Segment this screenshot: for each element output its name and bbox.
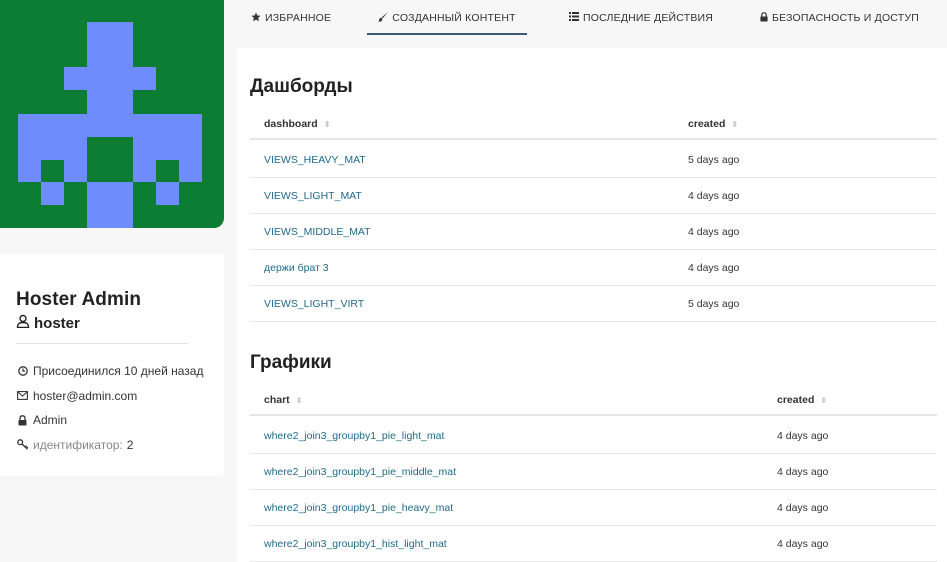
username-text: hoster [34, 314, 80, 332]
profile-username: hoster [16, 314, 208, 332]
key-icon [16, 439, 29, 451]
created-cell: 4 days ago [688, 226, 740, 238]
table-row: where2_join3_groupby1_pie_light_mat 4 da… [250, 418, 937, 454]
created-cell: 4 days ago [777, 538, 829, 550]
table-row: VIEWS_LIGHT_VIRT 5 days ago [250, 286, 937, 322]
chart-link[interactable]: where2_join3_groupby1_pie_middle_mat [264, 466, 456, 478]
profile-page: Hoster Admin hoster Присоединился 10 дне… [0, 0, 947, 562]
user-icon [16, 314, 30, 332]
created-cell: 4 days ago [688, 262, 740, 274]
chart-column-header[interactable]: chart ⬍ [264, 394, 302, 406]
tab-favorites[interactable]: ИЗБРАННОЕ [251, 0, 331, 36]
email-row: hoster@admin.com [16, 384, 208, 409]
role-text: Admin [33, 413, 68, 428]
tab-security-access-label: БЕЗОПАСНОСТЬ И ДОСТУП [772, 12, 919, 24]
charts-table-header: chart ⬍ created ⬍ [250, 386, 937, 416]
id-value: 2 [126, 437, 134, 452]
tab-created-content-label: СОЗДАННЫЙ КОНТЕНТ [392, 12, 516, 24]
created-cell: 4 days ago [777, 502, 829, 514]
table-row: VIEWS_MIDDLE_MAT 4 days ago [250, 214, 937, 250]
tab-security-access[interactable]: БЕЗОПАСНОСТЬ И ДОСТУП [760, 0, 919, 36]
dashboard-created-column-header[interactable]: created ⬍ [688, 118, 738, 130]
dashboard-link[interactable]: VIEWS_MIDDLE_MAT [264, 226, 371, 238]
table-row: VIEWS_HEAVY_MAT 5 days ago [250, 142, 937, 178]
tab-recent-activity-label: ПОСЛЕДНИЕ ДЕЙСТВИЯ [583, 12, 714, 24]
list-icon [569, 12, 579, 24]
created-column-label: created [777, 394, 815, 406]
chart-created-column-header[interactable]: created ⬍ [777, 394, 827, 406]
sort-icon: ⬍ [295, 395, 303, 405]
lock-icon [760, 11, 768, 25]
dashboard-column-label: dashboard [264, 118, 318, 130]
profile-card: Hoster Admin hoster Присоединился 10 дне… [0, 254, 224, 476]
created-column-label: created [688, 118, 726, 130]
lock-icon [16, 414, 29, 426]
chart-link[interactable]: where2_join3_groupby1_pie_light_mat [264, 430, 444, 442]
profile-tabs: ИЗБРАННОЕ СОЗДАННЫЙ КОНТЕНТ ПОСЛЕДНИЕ ДЕ… [237, 0, 947, 36]
star-icon [251, 11, 261, 25]
paintbrush-icon [378, 11, 388, 25]
email-text: hoster@admin.com [33, 388, 138, 403]
created-content-panel: Дашборды dashboard ⬍ created ⬍ VIEWS_HEA… [237, 48, 947, 562]
tab-created-content[interactable]: СОЗДАННЫЙ КОНТЕНТ [367, 0, 527, 36]
table-row: where2_join3_groupby1_hist_light_mat 4 d… [250, 526, 937, 562]
chart-link[interactable]: where2_join3_groupby1_hist_light_mat [264, 538, 447, 550]
dashboards-title: Дашборды [250, 76, 353, 97]
id-row: идентификатор: 2 [16, 433, 208, 458]
dashboard-link[interactable]: держи брат 3 [264, 262, 329, 274]
profile-meta: Присоединился 10 дней назад hoster@admin… [16, 359, 208, 457]
sort-icon: ⬍ [323, 119, 331, 129]
dashboard-link[interactable]: VIEWS_LIGHT_VIRT [264, 298, 364, 310]
dashboard-link[interactable]: VIEWS_LIGHT_MAT [264, 190, 362, 202]
table-row: VIEWS_LIGHT_MAT 4 days ago [250, 178, 937, 214]
profile-divider [16, 343, 188, 344]
chart-link[interactable]: where2_join3_groupby1_pie_heavy_mat [264, 502, 453, 514]
dashboard-column-header[interactable]: dashboard ⬍ [264, 118, 330, 130]
dashboards-table-header: dashboard ⬍ created ⬍ [250, 110, 937, 140]
id-label: идентификатор: [33, 437, 123, 452]
created-cell: 4 days ago [777, 430, 829, 442]
table-row: держи брат 3 4 days ago [250, 250, 937, 286]
created-cell: 4 days ago [688, 190, 740, 202]
role-row: Admin [16, 408, 208, 433]
table-row: where2_join3_groupby1_pie_middle_mat 4 d… [250, 454, 937, 490]
created-cell: 5 days ago [688, 154, 740, 166]
tab-favorites-label: ИЗБРАННОЕ [265, 12, 332, 24]
tab-recent-activity[interactable]: ПОСЛЕДНИЕ ДЕЙСТВИЯ [569, 0, 713, 36]
avatar [0, 0, 224, 228]
envelope-icon [16, 391, 29, 401]
avatar-identicon [18, 22, 202, 228]
created-cell: 5 days ago [688, 298, 740, 310]
table-row: where2_join3_groupby1_pie_heavy_mat 4 da… [250, 490, 937, 526]
joined-row: Присоединился 10 дней назад [16, 359, 208, 384]
sort-icon: ⬍ [731, 119, 739, 129]
charts-title: Графики [250, 352, 332, 373]
chart-column-label: chart [264, 394, 290, 406]
profile-name: Hoster Admin [16, 289, 142, 310]
joined-text: Присоединился 10 дней назад [33, 364, 204, 379]
clock-icon [16, 366, 29, 377]
created-cell: 4 days ago [777, 466, 829, 478]
dashboard-link[interactable]: VIEWS_HEAVY_MAT [264, 154, 366, 166]
sort-icon: ⬍ [820, 395, 828, 405]
